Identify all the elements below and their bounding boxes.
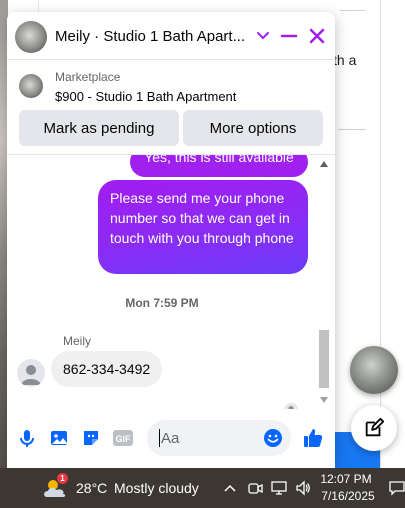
sender-name: Meily [63,334,92,348]
chat-title[interactable]: Meily · Studio 1 Bath Apart... [55,28,255,45]
sticker-button[interactable] [79,426,103,450]
gif-icon: GIF [113,430,133,446]
chevron-up-icon [224,484,236,492]
message-timestamp: Mon 7:59 PM [125,296,199,310]
scroll-down-arrow-icon[interactable] [320,397,328,403]
windows-taskbar: 1 28°C Mostly cloudy 12:07 PM 7/16/2025 [0,468,405,508]
incoming-message[interactable]: 862-334-3492 [51,351,163,387]
photo-icon [51,431,67,445]
sticker-icon [84,431,98,445]
message-input[interactable]: Aa [147,420,291,456]
weather-condition[interactable]: Mostly cloudy [114,480,199,496]
message-list: Yes, this is still available Please send… [7,155,335,409]
more-options-button[interactable]: More options [183,110,323,146]
outgoing-message[interactable]: Please send me your phone number so that… [98,180,308,274]
gif-button[interactable]: GIF [111,426,135,450]
minimize-icon [280,34,298,38]
volume-icon [296,480,310,496]
volume-button[interactable] [294,479,312,497]
meet-now-icon [248,483,263,494]
listing-title: $900 - Studio 1 Bath Apartment [55,89,237,104]
emoji-icon[interactable] [263,428,283,448]
chat-head-avatar[interactable] [350,346,398,394]
notifications-button[interactable] [388,479,405,497]
clock-date[interactable]: 7/16/2025 [318,489,378,503]
marketplace-listing[interactable]: Marketplace $900 - Studio 1 Bath Apartme… [7,68,335,108]
attach-photo-button[interactable] [47,426,71,450]
new-message-button[interactable] [351,405,397,451]
message-scrollbar[interactable] [316,155,330,409]
scroll-up-arrow-icon[interactable] [320,161,328,167]
microphone-icon [20,430,34,447]
voice-clip-button[interactable] [15,426,39,450]
background-divider [340,10,365,11]
tray-app-icon[interactable] [246,479,264,497]
scrollbar-thumb[interactable] [319,330,329,388]
sender-avatar[interactable] [17,359,45,387]
mark-as-pending-button[interactable]: Mark as pending [19,110,179,146]
compose-icon [365,417,385,437]
message-composer: GIF Aa [7,415,335,461]
chevron-down-icon [257,32,269,40]
outgoing-message[interactable]: Yes, this is still available [130,155,308,177]
marketplace-label: Marketplace [55,70,121,84]
thumbs-up-icon [304,429,323,447]
clock-time[interactable]: 12:07 PM [320,472,372,486]
close-chat-button[interactable] [305,24,329,48]
weather-temperature[interactable]: 28°C [76,480,107,496]
chat-window: Meily · Studio 1 Bath Apart... Marketpla… [7,12,335,468]
background-right-strip [380,0,405,468]
seen-indicator-avatar [284,403,298,409]
default-avatar-icon [21,365,41,385]
weather-notification-badge: 1 [57,473,68,484]
gif-label: GIF [116,434,132,444]
message-input-placeholder: Aa [161,430,180,447]
send-like-button[interactable] [301,426,325,450]
minimize-chat-button[interactable] [277,24,301,48]
notification-icon [389,481,405,496]
chat-options-button[interactable] [251,24,275,48]
background-partial-text: th a [333,52,357,68]
chat-header[interactable]: Meily · Studio 1 Bath Apart... [7,12,335,60]
contact-avatar[interactable] [15,21,47,53]
listing-thumbnail [19,74,43,98]
network-button[interactable] [270,479,288,497]
background-divider [338,129,366,130]
text-caret [159,429,160,447]
show-hidden-icons-button[interactable] [221,479,239,497]
default-avatar-icon [288,406,294,409]
network-icon [271,481,287,495]
close-icon [309,28,325,44]
